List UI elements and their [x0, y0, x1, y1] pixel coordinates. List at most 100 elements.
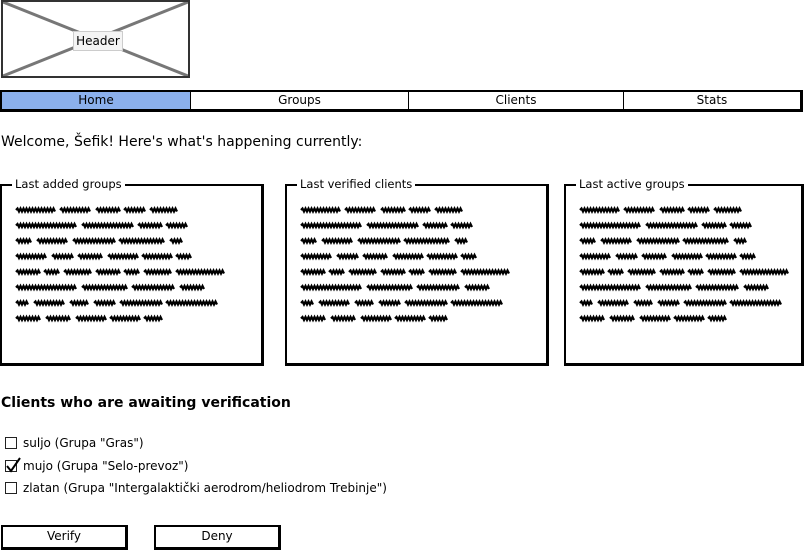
scribble-word [43, 268, 60, 276]
client-row-mujo[interactable]: mujo (Grupa "Selo-prevoz") [5, 457, 189, 474]
scribble-word [300, 299, 314, 307]
scribble-word [36, 237, 68, 245]
scribble-word [729, 299, 782, 307]
scribble-word [659, 206, 685, 214]
main-navigation: Home Groups Clients Stats [0, 90, 803, 112]
verification-section-title: Clients who are awaiting verification [1, 395, 291, 411]
scribble-word [348, 268, 377, 276]
scribble-word [15, 252, 47, 261]
scribble-word [95, 268, 121, 276]
scribble-word [426, 252, 458, 261]
scribble-word [733, 237, 747, 245]
scribble-word [579, 206, 620, 214]
scribble-word [627, 268, 656, 276]
scribble-word [318, 299, 350, 307]
scribble-word [59, 206, 91, 214]
scribble-word [380, 206, 406, 214]
panel-title: Last active groups [576, 177, 688, 191]
scribble-word [143, 268, 172, 276]
scribble-word [354, 299, 374, 307]
scribble-word [175, 268, 225, 276]
scribble-word [416, 283, 460, 292]
scribble-word [321, 237, 353, 245]
scribble-word [633, 299, 653, 307]
scribble-word [579, 221, 641, 230]
scribble-word [600, 237, 632, 245]
scribble-word [615, 252, 638, 261]
client-row-suljo[interactable]: suljo (Grupa "Gras") [5, 435, 144, 451]
scribble-word [641, 252, 667, 261]
scribble-word [72, 237, 116, 245]
tab-groups[interactable]: Groups [191, 92, 409, 109]
tab-stats[interactable]: Stats [624, 92, 800, 109]
scribble-word [300, 206, 341, 214]
scribble-word [392, 252, 424, 261]
scribble-word [460, 252, 477, 261]
scribble-word [63, 268, 92, 276]
scribble-word [137, 221, 163, 230]
scribble-word [607, 268, 624, 276]
deny-button[interactable]: Deny [154, 525, 281, 550]
panel-last-verified-clients: Last verified clients [285, 177, 549, 366]
scribble-word [141, 252, 173, 261]
scribble-word [300, 314, 326, 323]
scribble-word [357, 237, 401, 245]
scribble-word [428, 314, 448, 323]
scribble-word [300, 221, 362, 230]
scribble-word [15, 283, 77, 292]
scribble-word [123, 268, 140, 276]
scribble-word [428, 268, 457, 276]
tab-clients[interactable]: Clients [409, 92, 624, 109]
client-row-zlatan[interactable]: zlatan (Grupa "Intergalaktički aerodrom/… [5, 480, 387, 496]
scribble-word [683, 299, 727, 307]
scribble-word [300, 283, 362, 292]
scribble-word [701, 221, 727, 230]
scribble-word [81, 283, 128, 292]
scribble-word [93, 299, 116, 307]
checkbox[interactable] [5, 482, 17, 494]
tab-home[interactable]: Home [2, 92, 191, 109]
scribble-word [579, 314, 605, 323]
scribble-word [454, 237, 468, 245]
scribble-word [671, 252, 703, 261]
checkbox-checked[interactable] [5, 457, 21, 473]
scribble-word [380, 268, 406, 276]
verify-button[interactable]: Verify [1, 525, 128, 550]
scribble-word [75, 314, 107, 323]
scribble-word [460, 268, 510, 276]
header-label: Header [73, 31, 123, 51]
welcome-message: Welcome, Šefik! Here's what's happening … [1, 134, 363, 150]
scribble-word [15, 237, 32, 245]
client-label: mujo (Grupa "Selo-prevoz") [23, 459, 189, 473]
scribble-word [131, 283, 175, 292]
scribble-word [609, 314, 635, 323]
scribble-word [408, 268, 425, 276]
scribble-word [597, 299, 629, 307]
scribble-word [77, 252, 103, 261]
client-label: zlatan (Grupa "Intergalaktički aerodrom/… [23, 481, 387, 495]
scribble-word [579, 299, 593, 307]
scribble-word [450, 221, 473, 230]
scribble-word [69, 299, 89, 307]
scribble-word [45, 314, 71, 323]
scribble-word [118, 237, 165, 245]
scribble-word [362, 252, 388, 261]
scribble-word [330, 314, 356, 323]
scribble-word [165, 299, 218, 307]
scribble-word [366, 221, 419, 230]
scribble-word [15, 299, 29, 307]
scribble-word [300, 237, 317, 245]
scribble-word [403, 237, 450, 245]
checkbox[interactable] [5, 437, 17, 449]
scribble-word [300, 268, 326, 276]
scribble-word [695, 283, 739, 292]
scribble-word [143, 314, 163, 323]
scribble-word [175, 252, 192, 261]
scribble-word [645, 283, 692, 292]
scribble-word [739, 252, 756, 261]
scribble-word [109, 314, 141, 323]
scribble-word [579, 283, 641, 292]
scribble-word [636, 237, 680, 245]
scribble-word [707, 268, 736, 276]
scribble-word [657, 299, 680, 307]
